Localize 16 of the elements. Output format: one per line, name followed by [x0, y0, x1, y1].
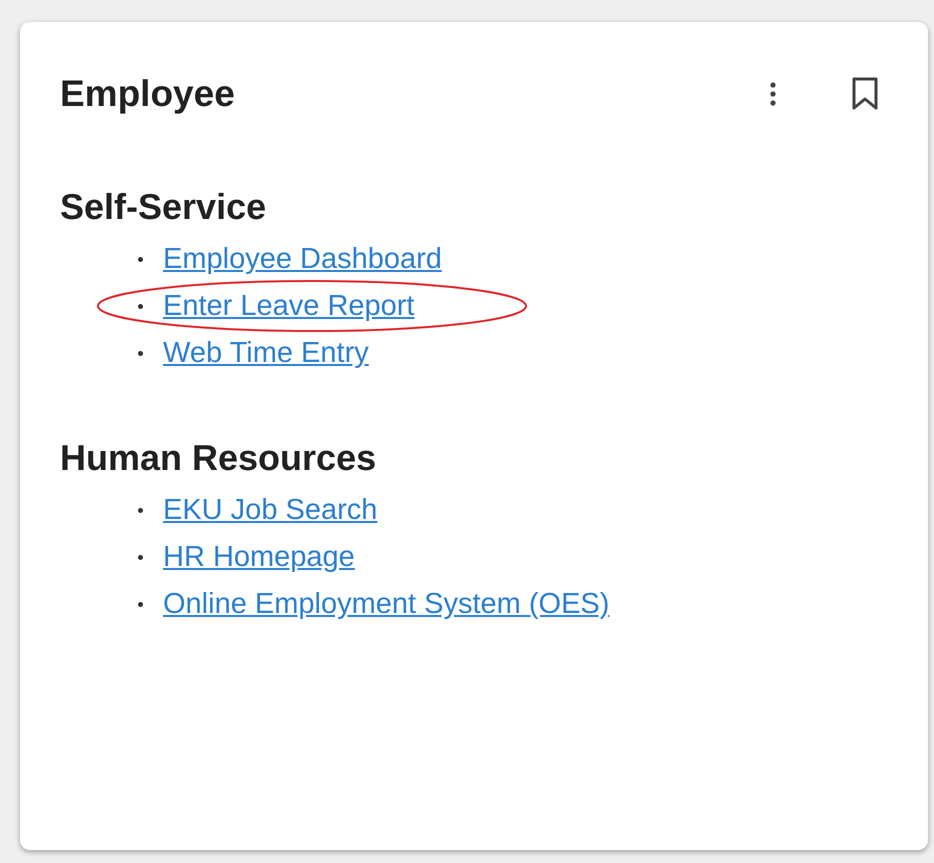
link[interactable]: Employee Dashboard — [163, 243, 442, 276]
link[interactable]: EKU Job Search — [163, 494, 378, 527]
bookmark-icon[interactable] — [852, 77, 878, 111]
bullet-icon — [138, 555, 143, 560]
card-title: Employee — [60, 73, 235, 115]
bullet-icon — [138, 304, 143, 309]
more-options-icon[interactable] — [769, 81, 777, 107]
bullet-icon — [138, 602, 143, 607]
section-heading: Human Resources — [60, 437, 376, 479]
link[interactable]: HR Homepage — [163, 541, 355, 574]
section-heading: Self-Service — [60, 186, 266, 228]
bullet-icon — [138, 508, 143, 513]
link[interactable]: Web Time Entry — [163, 337, 369, 370]
bullet-icon — [138, 351, 143, 356]
link[interactable]: Online Employment System (OES) — [163, 588, 610, 621]
bullet-icon — [138, 257, 143, 262]
